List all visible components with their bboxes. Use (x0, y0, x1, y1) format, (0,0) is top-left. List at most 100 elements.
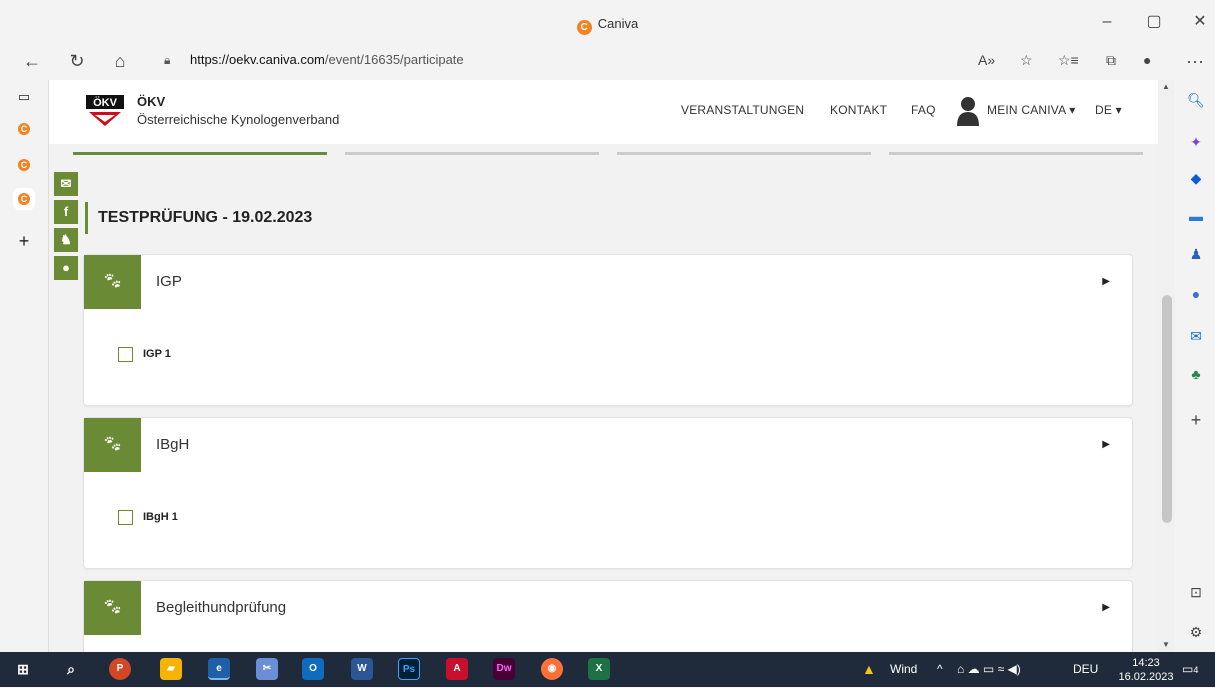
settings-icon[interactable]: ⚙ (1186, 622, 1206, 642)
event-title: TESTPRÜFUNG - 19.02.2023 (85, 202, 312, 234)
tab-caniva-2[interactable]: C (13, 154, 35, 176)
games-icon[interactable]: ♟ (1186, 244, 1206, 264)
caret-right-icon[interactable]: ▶ (1102, 581, 1110, 635)
mail-icon[interactable]: ✉ (54, 172, 78, 196)
menu-events[interactable]: VERANSTALTUNGEN (681, 103, 804, 117)
scroll-up-icon[interactable]: ▲ (1162, 82, 1170, 91)
notification-icon[interactable]: ▭4 (1182, 652, 1198, 688)
tab-caniva-active[interactable]: C (13, 188, 35, 210)
menu-contact[interactable]: KONTAKT (830, 103, 887, 117)
option-checkbox[interactable] (118, 510, 133, 525)
caret-down-icon: ▾ (1069, 103, 1076, 117)
word-icon[interactable]: W (351, 658, 373, 680)
okv-logo-icon: ÖKV (86, 95, 124, 126)
minimize-button[interactable]: – (1092, 10, 1122, 34)
dog-icon[interactable]: ♞ (54, 228, 78, 252)
favorites-icon[interactable]: ☆≡ (1058, 46, 1079, 74)
snipping-tool-icon[interactable]: ✂ (256, 658, 278, 680)
clock-date: 16.02.2023 (1118, 671, 1174, 683)
option-label[interactable]: IGP 1 (143, 347, 171, 362)
windows-start-icon[interactable]: ⊞ (12, 658, 34, 680)
menu-language[interactable]: DE ▾ (1095, 103, 1122, 117)
caret-right-icon[interactable]: ▶ (1102, 255, 1110, 309)
hide-sidebar-icon[interactable]: ⊡ (1186, 582, 1206, 602)
url-text[interactable]: https://oekv.caniva.com/event/16635/part… (190, 46, 464, 74)
profile-icon[interactable]: ● (1143, 46, 1151, 74)
powerpoint-icon[interactable]: P (109, 658, 131, 680)
location-pin-icon[interactable]: ● (54, 256, 78, 280)
dreamweaver-icon[interactable]: Dw (493, 658, 515, 680)
tray-expand-icon[interactable]: ^ (937, 652, 943, 687)
file-explorer-icon[interactable]: ▰ (160, 658, 182, 680)
paw-icon: 🐾︎ (84, 255, 141, 309)
category-card: 🐾︎ IBgH ▶ IBgH 1 (83, 417, 1133, 569)
tab-actions-icon[interactable]: ▭ (13, 86, 35, 108)
search-icon[interactable]: ⌕ (60, 658, 82, 680)
site-header: ÖKV ÖKV Österreichische Kynologenverband… (49, 80, 1158, 144)
paw-icon: 🐾︎ (84, 418, 141, 472)
tab-caniva-1[interactable]: C (13, 118, 35, 140)
url-path: /event/16635/participate (324, 52, 464, 67)
category-header[interactable]: 🐾︎ IGP ▶ (84, 255, 1132, 309)
caniva-tab-icon: C (18, 193, 30, 205)
search-icon[interactable]: 🔍︎ (1186, 90, 1206, 110)
menu-language-label: DE (1095, 103, 1113, 117)
firefox-icon[interactable]: ◉ (541, 658, 563, 680)
tray-icons[interactable]: ⌂ ☁ ▭ ≈ ◀) (957, 652, 1021, 687)
scroll-down-icon[interactable]: ▼ (1162, 640, 1170, 649)
maximize-button[interactable]: ▢ (1139, 10, 1169, 34)
acrobat-icon[interactable]: A (446, 658, 468, 680)
category-card: 🐾︎ Begleithundprüfung ▶ (83, 580, 1133, 652)
url-host: https://oekv.caniva.com (190, 52, 325, 67)
tools-icon[interactable]: ▬ (1186, 206, 1206, 226)
new-tab-icon[interactable]: + (13, 230, 35, 252)
excel-icon[interactable]: X (588, 658, 610, 680)
caniva-logo-icon: C (576, 20, 592, 35)
back-arrow-icon[interactable]: ← (19, 48, 45, 74)
edge-icon[interactable]: e (208, 658, 230, 680)
user-icon[interactable] (957, 96, 979, 126)
paw-icon: 🐾︎ (84, 581, 141, 635)
more-icon[interactable]: ··· (1182, 48, 1208, 74)
menu-account[interactable]: MEIN CANIVA ▾ (987, 103, 1075, 117)
page-scrollbar[interactable]: ▲ ▼ (1158, 80, 1175, 652)
refresh-icon[interactable]: ↻ (64, 48, 90, 74)
collections-icon[interactable]: ⧉ (1106, 46, 1116, 74)
svg-text:ÖKV: ÖKV (93, 96, 118, 109)
step-2 (345, 152, 599, 155)
add-sidebar-icon[interactable]: + (1186, 410, 1206, 430)
browser-navbar: ← ↻ ⌂ 🔒︎ https://oekv.caniva.com/event/1… (0, 46, 1215, 76)
copilot-icon[interactable]: ✦ (1186, 132, 1206, 152)
category-header[interactable]: 🐾︎ Begleithundprüfung ▶ (84, 581, 1132, 635)
social-bar: ✉ f ♞ ● (54, 172, 78, 284)
close-button[interactable]: ✕ (1185, 10, 1215, 34)
menu-faq[interactable]: FAQ (911, 103, 936, 117)
option-checkbox[interactable] (118, 347, 133, 362)
window-title: C Caniva (0, 16, 1215, 35)
caniva-tab-icon: C (18, 123, 30, 135)
weather-text[interactable]: Wind (890, 652, 917, 687)
step-3 (617, 152, 871, 155)
facebook-icon[interactable]: f (54, 200, 78, 224)
category-options: IGP 1 (84, 309, 1132, 405)
option-label[interactable]: IBgH 1 (143, 510, 178, 525)
office-icon[interactable]: ● (1186, 284, 1206, 304)
outlook-taskbar-icon[interactable]: O (302, 658, 324, 680)
scrollbar-thumb[interactable] (1162, 295, 1172, 523)
home-icon[interactable]: ⌂ (107, 48, 133, 74)
menu-account-label: MEIN CANIVA (987, 103, 1066, 117)
address-bar[interactable]: 🔒︎ https://oekv.caniva.com/event/16635/p… (148, 46, 1168, 74)
read-aloud-icon[interactable]: A» (978, 46, 995, 74)
window-title-text: Caniva (597, 16, 639, 31)
tree-icon[interactable]: ♣ (1186, 364, 1206, 384)
photoshop-icon[interactable]: Ps (398, 658, 420, 680)
caniva-tab-icon: C (18, 159, 30, 171)
shopping-tag-icon[interactable]: ◆ (1186, 168, 1206, 188)
language-indicator[interactable]: DEU (1073, 652, 1098, 687)
weather-icon[interactable]: ▲ (862, 652, 876, 687)
outlook-icon[interactable]: ✉ (1186, 326, 1206, 346)
category-header[interactable]: 🐾︎ IBgH ▶ (84, 418, 1132, 472)
taskbar-clock[interactable]: 14:23 16.02.2023 (1118, 656, 1174, 684)
add-favorite-icon[interactable]: ☆ (1020, 46, 1033, 74)
caret-right-icon[interactable]: ▶ (1102, 418, 1110, 472)
